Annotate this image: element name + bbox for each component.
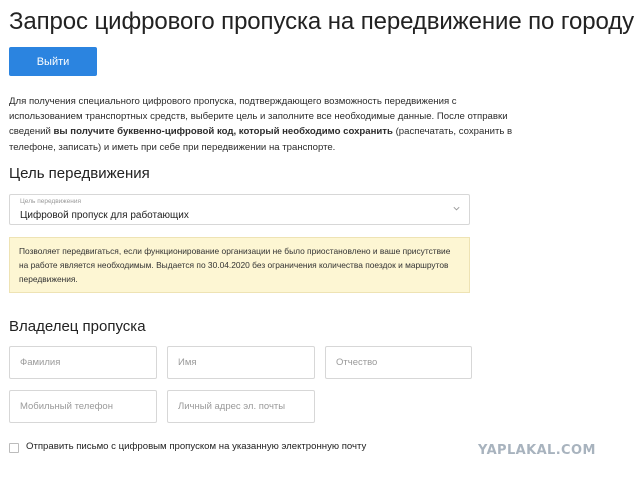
patronymic-input[interactable] [326, 347, 471, 378]
send-email-label[interactable]: Отправить письмо с цифровым пропуском на… [26, 441, 366, 452]
owner-section-title: Владелец пропуска [9, 318, 146, 335]
purpose-section-title: Цель передвижения [9, 165, 150, 182]
page-title: Запрос цифрового пропуска на передвижени… [9, 8, 635, 35]
chevron-down-icon [453, 206, 460, 211]
name-input[interactable] [168, 347, 314, 378]
send-email-checkbox[interactable] [9, 443, 19, 453]
surname-input[interactable] [10, 347, 156, 378]
intro-text-bold: вы получите буквенно-цифровой код, котор… [53, 126, 393, 138]
purpose-select-value: Цифровой пропуск для работающих [20, 210, 189, 221]
surname-field-wrapper [9, 346, 157, 379]
purpose-select[interactable]: Цель передвижения Цифровой пропуск для р… [9, 194, 470, 225]
email-field-wrapper [167, 390, 315, 423]
intro-text: Для получения специального цифрового про… [9, 94, 519, 155]
purpose-note: Позволяет передвигаться, если функционир… [9, 237, 470, 293]
phone-input[interactable] [10, 391, 156, 422]
purpose-select-caption: Цель передвижения [20, 198, 81, 205]
phone-field-wrapper [9, 390, 157, 423]
watermark: YAPLAKAL.COM [478, 443, 596, 458]
patronymic-field-wrapper [325, 346, 472, 379]
logout-button[interactable]: Выйти [9, 47, 97, 76]
name-field-wrapper [167, 346, 315, 379]
email-input[interactable] [168, 391, 314, 422]
